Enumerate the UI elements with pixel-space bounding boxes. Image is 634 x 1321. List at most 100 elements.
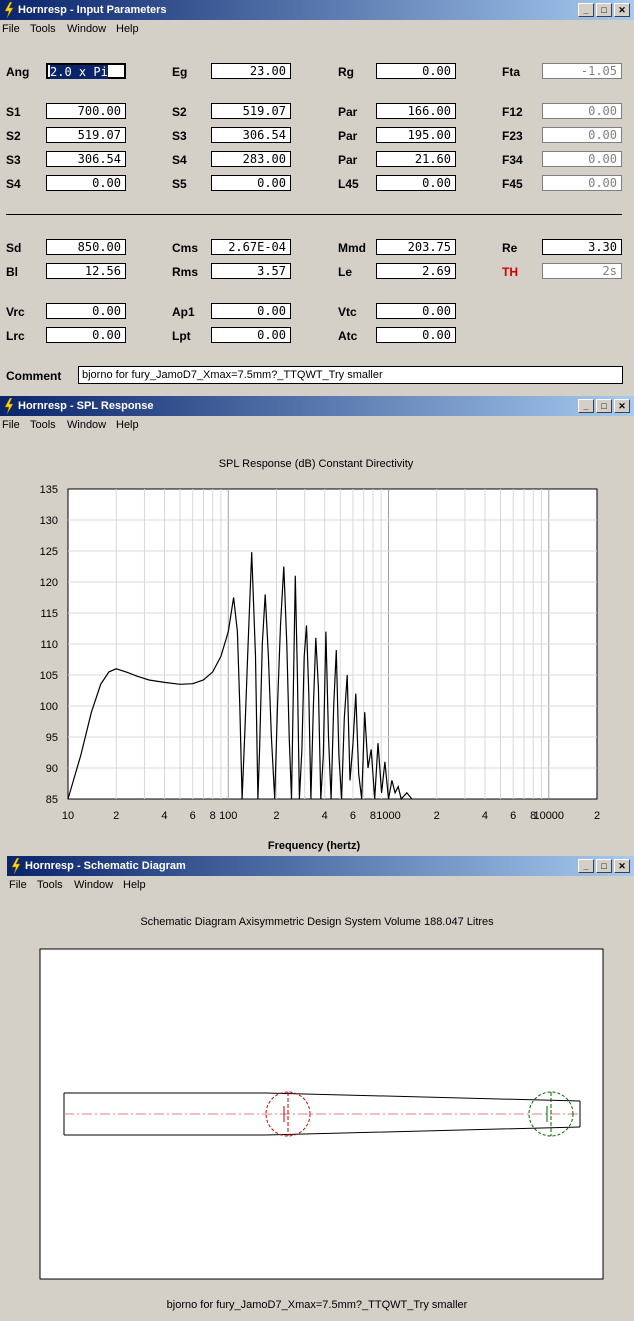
f12-field[interactable]: 0.00 xyxy=(542,103,622,119)
ap1-field[interactable]: 0.00 xyxy=(211,303,291,319)
label-comment: Comment xyxy=(6,369,62,383)
x-tick-label: 10000 xyxy=(533,810,564,822)
title-bar[interactable]: Hornresp - SPL Response _ □ ✕ xyxy=(0,396,634,416)
cms-field[interactable]: 2.67E-04 xyxy=(211,239,291,255)
title-bar[interactable]: Hornresp - Schematic Diagram _ □ ✕ xyxy=(7,856,634,876)
spl-chart: SPL Response (dB) Constant Directivity 8… xyxy=(40,458,600,852)
rg-field[interactable]: 0.00 xyxy=(376,63,456,79)
hornresp-logo-icon xyxy=(11,858,21,874)
s1-field[interactable]: 700.00 xyxy=(46,103,126,119)
menu-file[interactable]: File xyxy=(2,23,20,35)
fta-field[interactable]: -1.05 xyxy=(542,63,622,79)
x-tick-label: 6 xyxy=(350,810,356,822)
schematic-heading: Schematic Diagram Axisymmetric Design Sy… xyxy=(140,916,494,928)
f34-field[interactable]: 0.00 xyxy=(542,151,622,167)
minimize-icon[interactable]: _ xyxy=(578,859,594,873)
ang-field[interactable]: 2.0 x Pi xyxy=(46,63,126,79)
eg-field[interactable]: 23.00 xyxy=(211,63,291,79)
label-s1: S1 xyxy=(6,105,21,119)
menu-help[interactable]: Help xyxy=(116,23,139,35)
x-tick-label: 2 xyxy=(434,810,440,822)
s2-field[interactable]: 519.07 xyxy=(46,127,126,143)
close-icon[interactable]: ✕ xyxy=(614,399,630,413)
label-ap1: Ap1 xyxy=(172,305,195,319)
rms-field[interactable]: 3.57 xyxy=(211,263,291,279)
y-tick-label: 115 xyxy=(40,608,58,620)
x-tick-label: 4 xyxy=(161,810,167,822)
th-field[interactable]: 2s xyxy=(542,263,622,279)
y-tick-label: 120 xyxy=(40,577,58,589)
title-bar[interactable]: Hornresp - Input Parameters _ □ ✕ xyxy=(0,0,634,20)
x-tick-label: 8 xyxy=(210,810,216,822)
menu-help[interactable]: Help xyxy=(123,879,146,891)
lpt-field[interactable]: 0.00 xyxy=(211,327,291,343)
vtc-field[interactable]: 0.00 xyxy=(376,303,456,319)
bl-field[interactable]: 12.56 xyxy=(46,263,126,279)
label-par-2: Par xyxy=(338,129,358,143)
y-tick-label: 130 xyxy=(40,515,58,527)
schematic-window: Hornresp - Schematic Diagram _ □ ✕ File To… xyxy=(0,856,634,1321)
label-s3-end: S3 xyxy=(172,129,187,143)
mmd-field[interactable]: 203.75 xyxy=(376,239,456,255)
menu-window[interactable]: Window xyxy=(67,23,106,35)
label-f12: F12 xyxy=(502,105,523,119)
x-tick-label: 4 xyxy=(322,810,328,822)
maximize-icon[interactable]: □ xyxy=(596,399,612,413)
label-s4-end: S4 xyxy=(172,153,187,167)
hornresp-logo-icon xyxy=(4,2,14,18)
comment-field[interactable]: bjorno for fury_JamoD7_Xmax=7.5mm?_TTQWT… xyxy=(78,366,623,384)
x-tick-label: 100 xyxy=(219,810,237,822)
menu-tools[interactable]: Tools xyxy=(37,879,63,891)
x-tick-label: 8 xyxy=(370,810,376,822)
menu-bar: File Tools Window Help xyxy=(7,876,634,894)
maximize-icon[interactable]: □ xyxy=(596,859,612,873)
label-cms: Cms xyxy=(172,241,199,255)
label-rg: Rg xyxy=(338,65,354,79)
s4-field[interactable]: 0.00 xyxy=(46,175,126,191)
menu-window[interactable]: Window xyxy=(74,879,113,891)
f23-field[interactable]: 0.00 xyxy=(542,127,622,143)
l45-field[interactable]: 0.00 xyxy=(376,175,456,191)
maximize-icon[interactable]: □ xyxy=(596,3,612,17)
s3-end-field[interactable]: 306.54 xyxy=(211,127,291,143)
label-vtc: Vtc xyxy=(338,305,357,319)
y-tick-label: 95 xyxy=(46,732,58,744)
vrc-field[interactable]: 0.00 xyxy=(46,303,126,319)
label-bl: Bl xyxy=(6,265,18,279)
label-s2: S2 xyxy=(6,129,21,143)
minimize-icon[interactable]: _ xyxy=(578,3,594,17)
menu-bar: File Tools Window Help xyxy=(0,20,634,38)
s2-end-field[interactable]: 519.07 xyxy=(211,103,291,119)
lrc-field[interactable]: 0.00 xyxy=(46,327,126,343)
re-field[interactable]: 3.30 xyxy=(542,239,622,255)
par-2-field[interactable]: 195.00 xyxy=(376,127,456,143)
minimize-icon[interactable]: _ xyxy=(578,399,594,413)
sd-field[interactable]: 850.00 xyxy=(46,239,126,255)
par-3-field[interactable]: 21.60 xyxy=(376,151,456,167)
label-l45: L45 xyxy=(338,177,359,191)
label-atc: Atc xyxy=(338,329,358,343)
divider xyxy=(6,214,622,215)
menu-file[interactable]: File xyxy=(9,879,27,891)
label-s2-end: S2 xyxy=(172,105,187,119)
s3-field[interactable]: 306.54 xyxy=(46,151,126,167)
label-ang: Ang xyxy=(6,65,30,79)
schematic-footer: bjorno for fury_JamoD7_Xmax=7.5mm?_TTQWT… xyxy=(166,1299,468,1311)
menu-tools[interactable]: Tools xyxy=(30,23,56,35)
label-fta: Fta xyxy=(502,65,520,79)
f45-field[interactable]: 0.00 xyxy=(542,175,622,191)
close-icon[interactable]: ✕ xyxy=(614,3,630,17)
label-lpt: Lpt xyxy=(172,329,191,343)
label-sd: Sd xyxy=(6,241,22,255)
close-icon[interactable]: ✕ xyxy=(614,859,630,873)
window-title: Hornresp - Input Parameters xyxy=(18,4,167,16)
par-1-field[interactable]: 166.00 xyxy=(376,103,456,119)
label-f34: F34 xyxy=(502,153,523,167)
hornresp-logo-icon xyxy=(4,398,14,414)
s4-end-field[interactable]: 283.00 xyxy=(211,151,291,167)
s5-field[interactable]: 0.00 xyxy=(211,175,291,191)
le-field[interactable]: 2.69 xyxy=(376,263,456,279)
atc-field[interactable]: 0.00 xyxy=(376,327,456,343)
label-mmd: Mmd xyxy=(338,241,366,255)
y-tick-label: 90 xyxy=(46,763,58,775)
